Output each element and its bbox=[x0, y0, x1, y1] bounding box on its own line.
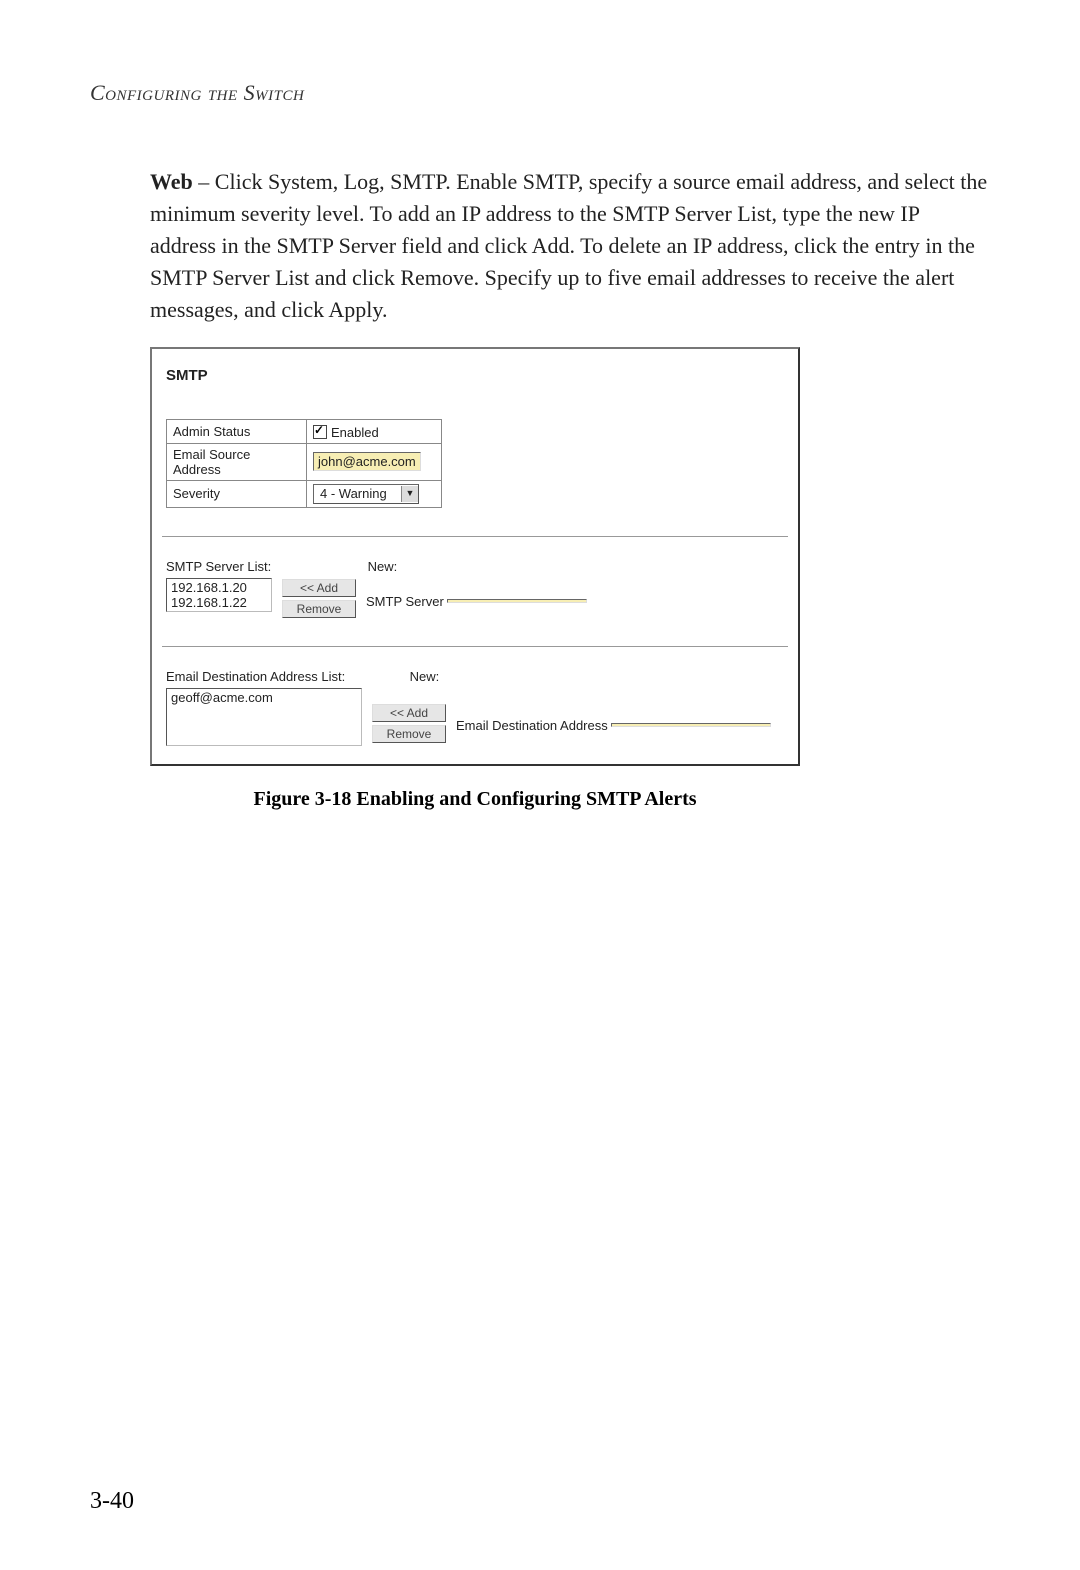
admin-status-cell: Enabled bbox=[307, 420, 442, 443]
enabled-label: Enabled bbox=[331, 425, 379, 440]
chevron-down-icon: ▼ bbox=[401, 486, 418, 502]
server-list-label: SMTP Server List: bbox=[166, 559, 296, 574]
admin-status-label: Admin Status bbox=[167, 420, 307, 443]
smtp-server-field-label: SMTP Server bbox=[366, 594, 444, 609]
server-new-label: New: bbox=[368, 559, 398, 574]
admin-status-checkbox[interactable]: Enabled bbox=[313, 425, 379, 440]
dest-list-block: Email Destination Address List: New: geo… bbox=[166, 669, 788, 746]
dest-field-label: Email Destination Address bbox=[456, 718, 608, 733]
dest-listbox[interactable]: geoff@acme.com bbox=[166, 688, 362, 746]
settings-table: Admin Status Enabled Email Source Addres… bbox=[166, 419, 442, 507]
list-item[interactable]: geoff@acme.com bbox=[169, 690, 359, 705]
panel-title: SMTP bbox=[166, 367, 788, 384]
admin-status-row: Admin Status Enabled bbox=[167, 420, 442, 443]
dest-list-label: Email Destination Address List: bbox=[166, 669, 406, 684]
severity-value: 4 - Warning bbox=[314, 486, 401, 501]
server-add-button[interactable]: << Add bbox=[282, 579, 356, 597]
dest-new-label: New: bbox=[410, 669, 440, 684]
server-listbox[interactable]: 192.168.1.20 192.168.1.22 bbox=[166, 578, 272, 612]
email-source-label: Email Source Address bbox=[167, 443, 307, 480]
instruction-paragraph: Web – Click System, Log, SMTP. Enable SM… bbox=[150, 166, 990, 325]
server-list-block: SMTP Server List: New: 192.168.1.20 192.… bbox=[166, 559, 788, 618]
severity-label: Severity bbox=[167, 480, 307, 507]
smtp-server-input[interactable] bbox=[447, 599, 587, 603]
severity-row: Severity 4 - Warning ▼ bbox=[167, 480, 442, 507]
page-number: 3-40 bbox=[90, 1488, 134, 1515]
server-remove-button[interactable]: Remove bbox=[282, 600, 356, 618]
divider bbox=[162, 536, 788, 537]
paragraph-lead: Web bbox=[150, 169, 193, 194]
section-heading: Configuring the Switch bbox=[90, 80, 1010, 106]
list-item[interactable]: 192.168.1.22 bbox=[169, 595, 269, 610]
paragraph-rest: – Click System, Log, SMTP. Enable SMTP, … bbox=[150, 169, 987, 322]
dest-remove-button[interactable]: Remove bbox=[372, 725, 446, 743]
email-source-input[interactable]: john@acme.com bbox=[313, 452, 421, 471]
dest-address-input[interactable] bbox=[611, 723, 771, 727]
figure-caption: Figure 3-18 Enabling and Configuring SMT… bbox=[150, 788, 800, 811]
severity-select[interactable]: 4 - Warning ▼ bbox=[313, 484, 419, 504]
dest-add-button[interactable]: << Add bbox=[372, 704, 446, 722]
email-source-row: Email Source Address john@acme.com bbox=[167, 443, 442, 480]
smtp-config-panel: SMTP Admin Status Enabled Email Source A… bbox=[150, 347, 800, 765]
divider bbox=[162, 646, 788, 647]
list-item[interactable]: 192.168.1.20 bbox=[169, 580, 269, 595]
checkbox-icon bbox=[313, 425, 327, 439]
